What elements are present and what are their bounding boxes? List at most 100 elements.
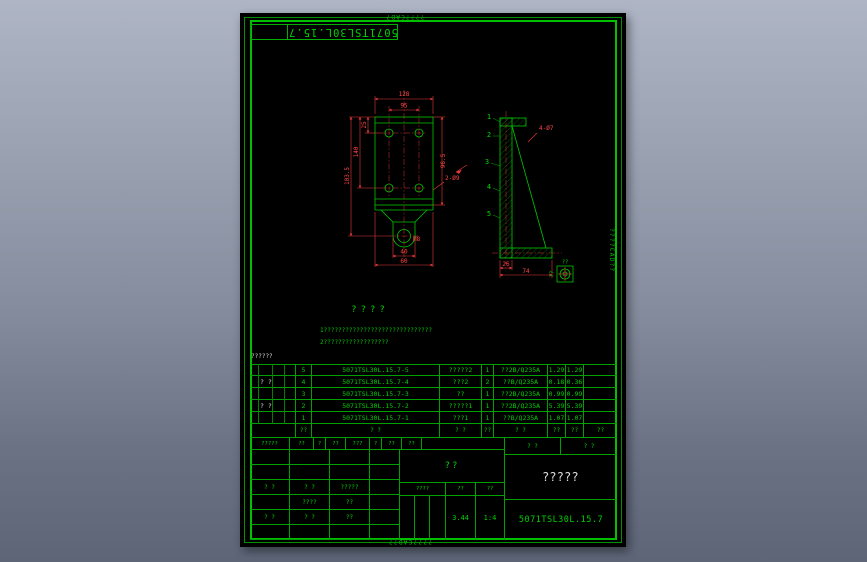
bom-cell-material: ??B/Q235A — [494, 376, 548, 388]
balloon-2: 2 — [487, 131, 491, 139]
sign-cell — [250, 495, 290, 510]
sign-cell: ? ? — [250, 480, 290, 495]
sign-cell — [330, 525, 370, 540]
sign-cell — [250, 450, 290, 465]
sign-cell — [370, 525, 400, 540]
sign-cell — [290, 450, 330, 465]
dim-label-right: 96.5 — [440, 153, 447, 168]
bom-cell-total: 1.29 — [566, 365, 584, 376]
bom-header-qty: ?? — [482, 424, 494, 437]
dim-label-top-inner: 95 — [400, 103, 408, 110]
balloon-leader — [490, 162, 501, 167]
section-arrow-line — [455, 164, 468, 173]
product-name: ????? — [505, 455, 617, 500]
dim-label-bottom-inner: 40 — [400, 249, 408, 256]
dim-label-top-outer: 128 — [399, 91, 410, 98]
sign-cell — [250, 465, 290, 480]
dim-label-bottom-outer: 74 — [522, 268, 530, 275]
bom-cell-unit: 0.18 — [548, 376, 566, 388]
bom-header-remark: ?? — [596, 427, 605, 434]
weight-value: 3.44 — [446, 496, 476, 540]
detail-side-label: ?? — [550, 271, 556, 278]
gusset-line — [511, 125, 547, 249]
sign-cell: ? ? — [290, 480, 330, 495]
bom-cell-code: 5071TSL30L.15.7-5 — [312, 365, 440, 376]
signature-row — [250, 450, 400, 465]
revision-cell: ?? — [402, 438, 422, 450]
bom-aux-divider — [272, 364, 273, 424]
drawing-number: 5071TSL30L.15.7 — [518, 515, 604, 525]
sign-cell — [330, 450, 370, 465]
dim-label-bottom-inner: 26 — [502, 261, 510, 268]
bom-cell-qty: 1 — [482, 365, 494, 376]
stage-box — [400, 496, 415, 540]
bom-row: 3 5071TSL30L.15.7-3 ?? 1 ??2B/Q235A 0.99… — [250, 388, 617, 400]
bom-cell-aux — [250, 365, 296, 376]
bom-cell-name: ???2 — [440, 376, 482, 388]
bom-cell-code: 5071TSL30L.15.7-1 — [312, 412, 440, 424]
revision-side-label: ????? — [250, 438, 290, 450]
bom-cell-remark — [584, 376, 617, 388]
stage-label: ???? — [400, 483, 446, 496]
bom-row: ? ? 2 5071TSL30L.15.7-2 ?????1 1 ??2B/Q2… — [250, 400, 617, 412]
bom-header-material: ? ? — [494, 424, 548, 437]
bom-cell-aux — [250, 388, 296, 400]
stage-box — [415, 496, 430, 540]
cad-viewport: ????CAD? ????CAD?? ????CAD?? 5071TSL30L.… — [0, 0, 867, 562]
sign-cell — [370, 495, 400, 510]
bom-cell-unit: 1.07 — [548, 412, 566, 424]
sign-cell — [370, 480, 400, 495]
balloon-leader — [492, 214, 501, 219]
dim-label-left-inner: 25 — [361, 121, 368, 129]
revision-cell-empty — [422, 438, 505, 450]
sheet-info-left: ? ? — [505, 438, 561, 455]
signature-row: ???? ?? — [250, 495, 400, 510]
bom-cell-total: 0.36 — [566, 376, 584, 388]
leader-line — [432, 181, 445, 191]
note-line: 2?????????????????? — [320, 339, 389, 346]
sign-cell — [370, 450, 400, 465]
dim-label-left-outer: 103.5 — [344, 167, 351, 185]
bom-cell-remark — [584, 388, 617, 400]
bom-aux-divider — [284, 364, 285, 424]
sign-cell — [290, 525, 330, 540]
stage-box — [430, 496, 446, 540]
bom-header-unit: ?? — [548, 424, 566, 437]
balloon-1: 1 — [487, 113, 491, 121]
sign-cell: ? ? — [250, 510, 290, 525]
sheet-info-row: ? ? ? ? — [505, 437, 617, 455]
signature-row: ? ? ? ? ?? — [250, 510, 400, 525]
revision-cell: ?? — [290, 438, 314, 450]
sign-cell: ?? — [330, 510, 370, 525]
drawing-canvas: 128 95 25 140 103.5 96.5 2-Ø9 M8 40 60 1… — [344, 90, 574, 283]
side-view: 1 2 3 4 5 4-Ø7 26 74 — [485, 111, 562, 278]
bom-cell-unit: 1.29 — [548, 365, 566, 376]
bom-cell-name: ?????2 — [440, 365, 482, 376]
bom-cell-code: 5071TSL30L.15.7-2 — [312, 400, 440, 412]
bom-header-code: ? ? — [312, 424, 440, 437]
bom-cell-remark — [584, 412, 617, 424]
bom-cell-no: 3 — [296, 388, 312, 400]
scale-value: 1:4 — [476, 496, 505, 540]
bom-cell-aux — [250, 412, 296, 424]
bom-cell-name: ?????1 — [440, 400, 482, 412]
bom-cell-material: ??2B/Q235A — [494, 400, 548, 412]
hole-callout-label: 4-Ø7 — [539, 125, 554, 132]
sign-cell — [290, 465, 330, 480]
balloon-leader — [492, 187, 501, 192]
revision-cell: ?? — [326, 438, 346, 450]
bom-cell-aux: ? ? — [250, 400, 296, 412]
outline-line — [414, 209, 428, 223]
sign-cell — [250, 525, 290, 540]
sign-cell: ? ? — [290, 510, 330, 525]
bom-cell-material: ??2B/Q235A — [494, 388, 548, 400]
hole-callout-label: 2-Ø9 — [445, 175, 460, 182]
bom-corner-note: ?????? — [251, 353, 273, 360]
signature-row — [250, 525, 400, 540]
revision-cell: ? — [370, 438, 382, 450]
bom-header-name: ? ? — [440, 424, 482, 437]
front-view: 128 95 25 140 103.5 96.5 2-Ø9 M8 40 60 — [344, 90, 460, 267]
weight-label: ?? — [446, 483, 476, 496]
sign-cell: ?? — [330, 495, 370, 510]
sign-cell — [370, 510, 400, 525]
